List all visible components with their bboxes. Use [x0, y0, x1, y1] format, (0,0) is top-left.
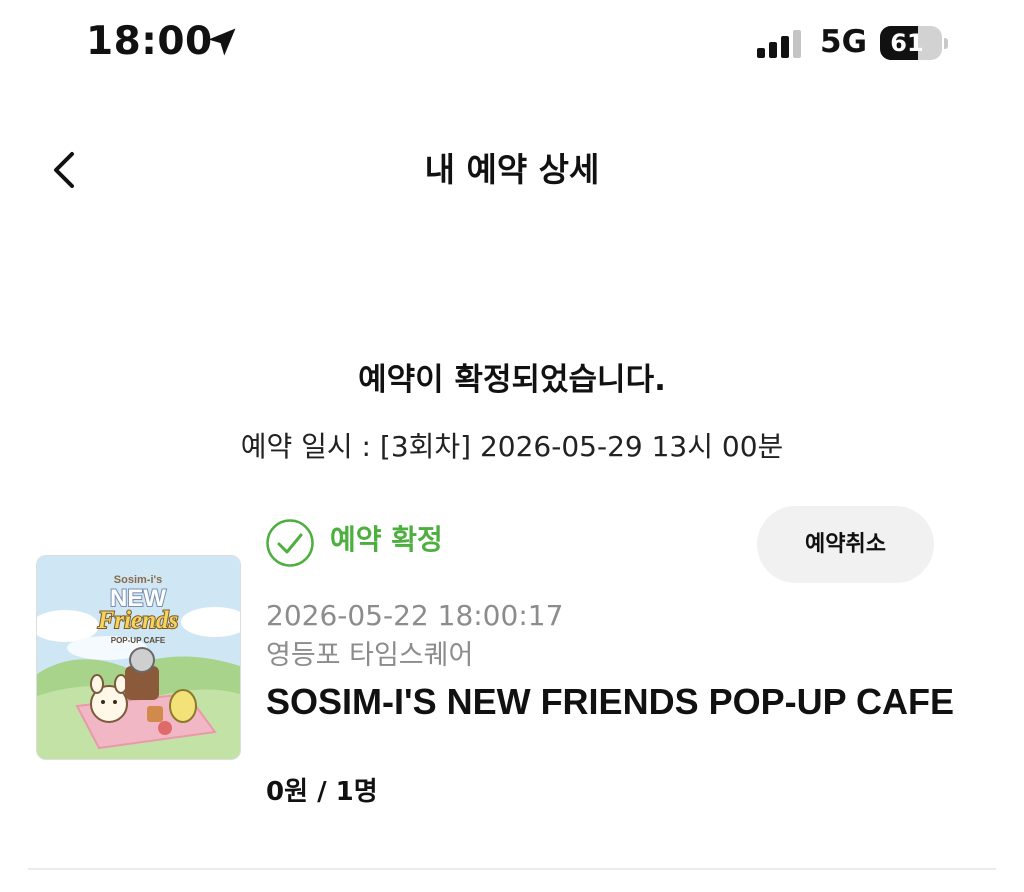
cellular-signal-icon	[757, 30, 801, 58]
divider	[28, 868, 996, 870]
check-circle-icon	[266, 519, 314, 567]
location-arrow-icon	[208, 28, 236, 56]
battery-cap	[944, 38, 948, 49]
confirmation-heading: 예약이 확정되었습니다.	[358, 362, 666, 398]
poster-logo-line2: Friends	[97, 607, 179, 634]
page-title: 내 예약 상세	[424, 150, 600, 189]
battery-icon: 61	[880, 26, 942, 60]
event-poster-image: Sosim-i's NEW Friends POP-UP CAFE	[37, 556, 240, 759]
venue-name: 영등포 타임스퀘어	[266, 640, 474, 671]
network-type: 5G	[820, 24, 868, 60]
reservation-status: 예약 확정	[330, 523, 443, 556]
cancel-reservation-button[interactable]: 예약취소	[757, 506, 934, 583]
back-button[interactable]	[44, 146, 88, 194]
reservation-datetime: 예약 일시 : [3회차] 2026-05-29 13시 00분	[240, 430, 784, 463]
status-bar: 18:00 5G 61	[0, 0, 1024, 90]
status-time: 18:00	[86, 19, 213, 64]
booked-at-timestamp: 2026-05-22 18:00:17	[266, 599, 564, 632]
price-quantity: 0원 / 1명	[266, 777, 378, 807]
event-thumbnail[interactable]: Sosim-i's NEW Friends POP-UP CAFE	[36, 555, 241, 760]
chevron-left-icon	[54, 152, 74, 188]
battery-level: 61	[890, 29, 924, 57]
event-title: SOSIM-I'S NEW FRIENDS POP-UP CAFE	[266, 681, 954, 722]
poster-logo-sub: POP-UP CAFE	[111, 636, 166, 645]
